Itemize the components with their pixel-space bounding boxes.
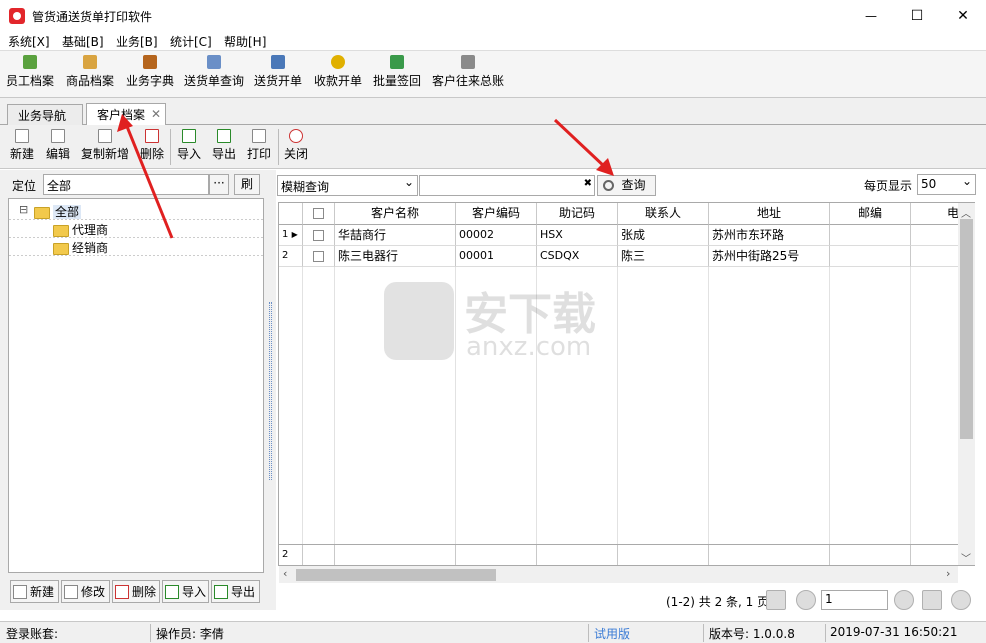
- annotation-arrow: [553, 118, 608, 170]
- annotation-arrowhead: [117, 114, 133, 132]
- annotation-arrows: [117, 114, 614, 239]
- annotation-arrow: [124, 123, 174, 239]
